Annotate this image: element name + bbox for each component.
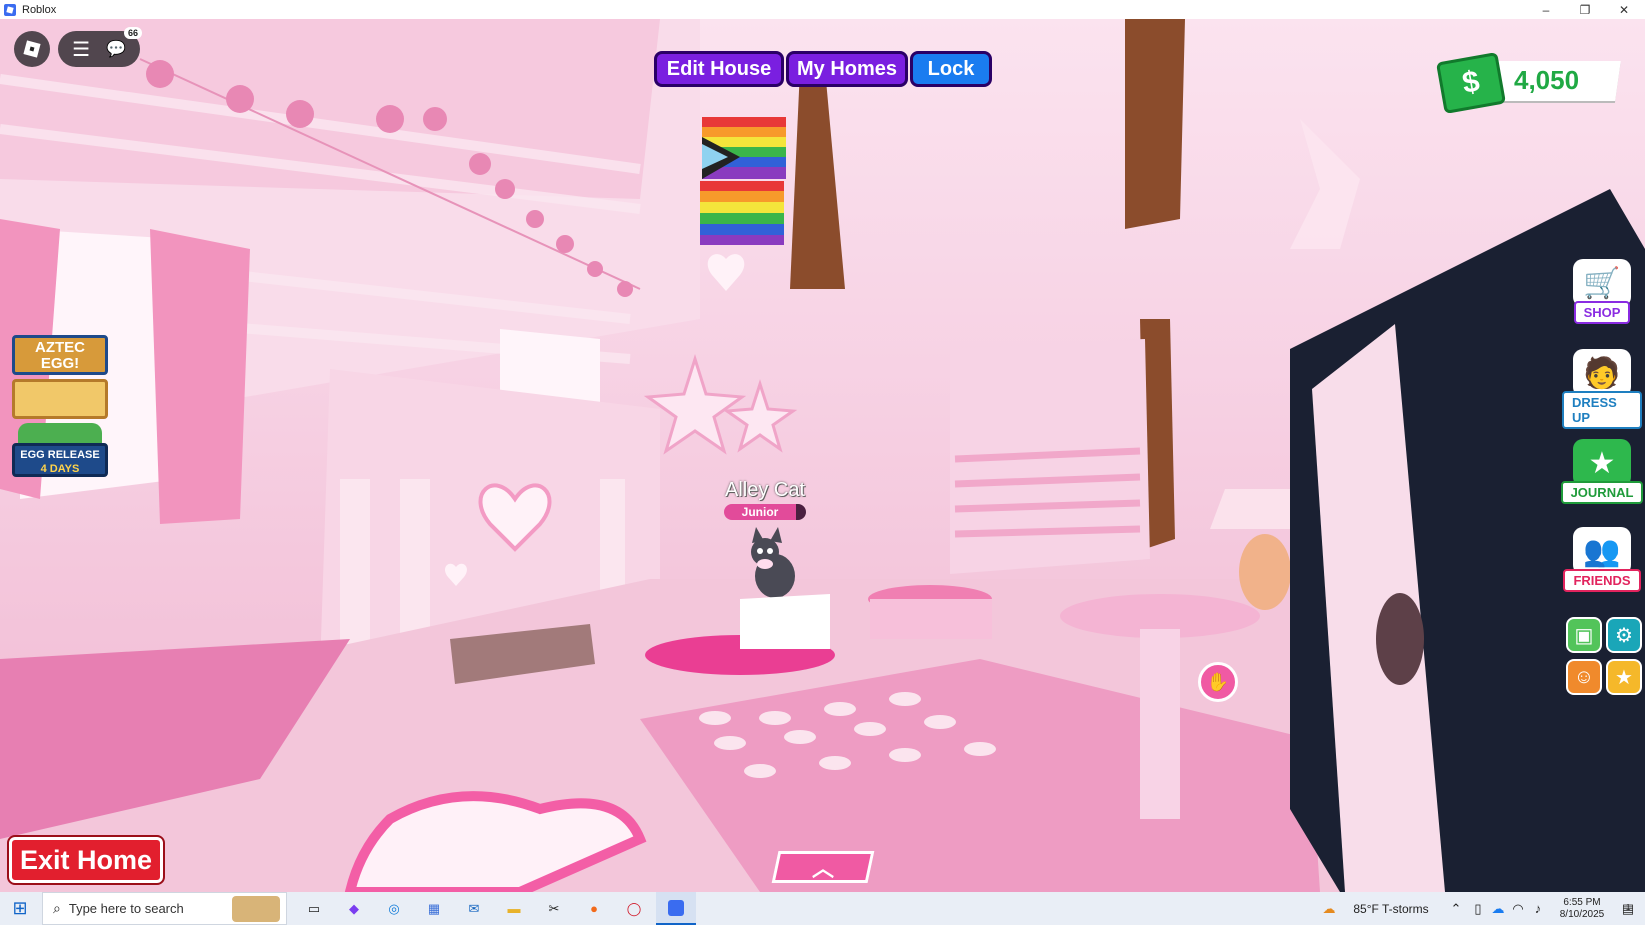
friends-button[interactable]: 👥 FRIENDS <box>1562 527 1642 592</box>
roblox-menu-button[interactable] <box>14 31 50 67</box>
clock-time: 6:55 PM <box>1563 896 1601 908</box>
clock[interactable]: 6:55 PM 8/10/2025 <box>1550 892 1614 925</box>
lion-search-highlight-icon <box>232 895 280 922</box>
journal-button[interactable]: ★ JOURNAL <box>1560 439 1644 504</box>
device-icon: ▯ <box>1474 900 1482 916</box>
dollar-bill-icon: $ <box>1435 52 1507 114</box>
weather-text[interactable]: 85°F T-storms <box>1346 892 1436 925</box>
money-display: $ 4,050 <box>1435 52 1621 114</box>
firefox-icon[interactable]: ● <box>576 892 612 925</box>
windows-start-icon[interactable]: ⊞ <box>0 892 40 925</box>
journal-icon: ★ <box>1573 439 1631 487</box>
file-explorer-icon[interactable]: ▬ <box>496 892 532 925</box>
aztec-art-plank <box>12 379 108 419</box>
search-placeholder: Type here to search <box>68 901 184 916</box>
close-button[interactable]: ✕ <box>1606 0 1642 19</box>
roblox-logo-icon <box>23 40 41 58</box>
aztec-title-line2: EGG! <box>40 355 80 372</box>
grass-decor <box>18 423 102 443</box>
friends-icon: 👥 <box>1573 527 1631 575</box>
shop-label: SHOP <box>1573 301 1631 324</box>
menu-chat-group: ☰ 💬 66 <box>58 27 142 67</box>
taskbar-search[interactable]: ⌕ Type here to search <box>42 892 287 925</box>
star-icon[interactable]: ★ <box>1606 659 1642 695</box>
game-viewport[interactable]: ☰ 💬 66 Edit House My Homes Lock $ 4,050 … <box>0 19 1645 892</box>
chevron-up-icon: ︿ <box>811 856 834 881</box>
search-icon: ⌕ <box>53 900 61 916</box>
task-view-icon[interactable]: ▭ <box>296 892 332 925</box>
copilot-icon[interactable]: ◆ <box>336 892 372 925</box>
edit-house-button[interactable]: Edit House <box>654 51 784 87</box>
aztec-title-line1: AZTEC <box>35 339 85 356</box>
outlook-icon[interactable]: ✉ <box>456 892 492 925</box>
avatar-icon[interactable]: ☺ <box>1566 659 1602 695</box>
notification-count: 1 <box>1625 902 1631 912</box>
clock-date: 8/10/2025 <box>1559 908 1605 920</box>
store-icon[interactable]: ▦ <box>416 892 452 925</box>
egg-release-days: 4 DAYS <box>40 463 80 475</box>
window-title: Roblox <box>22 3 57 16</box>
roblox-app-icon <box>4 3 16 16</box>
player-rank-badge: Junior <box>723 504 807 520</box>
chat-icon[interactable]: 💬 <box>106 39 126 59</box>
opera-icon[interactable]: ◯ <box>616 892 652 925</box>
onedrive-icon: ☁ <box>1491 900 1505 916</box>
room-scene <box>0 19 1645 892</box>
aztec-title-plank: AZTEC EGG! <box>12 335 108 375</box>
dress-up-button[interactable]: 🧑 DRESS UP <box>1562 349 1642 429</box>
restore-button[interactable]: ❐ <box>1567 0 1603 19</box>
player-name: Alley Cat <box>724 479 806 501</box>
my-homes-button[interactable]: My Homes <box>786 51 908 87</box>
friends-label: FRIENDS <box>1563 569 1641 592</box>
shopping-cart-icon: 🛒 <box>1573 259 1631 307</box>
notification-icon[interactable]: ▤ 1 <box>1614 892 1642 925</box>
dress-up-icon: 🧑 <box>1573 349 1631 397</box>
exit-home-button[interactable]: Exit Home <box>7 835 165 885</box>
roblox-taskbar-icon[interactable] <box>656 892 696 925</box>
edge-icon[interactable]: ◎ <box>376 892 412 925</box>
dress-up-label: DRESS UP <box>1562 391 1642 429</box>
money-amount: 4,050 <box>1514 65 1580 95</box>
minimize-button[interactable]: – <box>1528 0 1564 19</box>
chat-badge: 66 <box>123 27 142 39</box>
backpack-icon[interactable]: ▣ <box>1566 617 1602 653</box>
lock-button[interactable]: Lock <box>910 51 992 87</box>
expand-arrow-button[interactable]: ︿ <box>771 851 875 883</box>
weather-icon: ☁ <box>1322 900 1336 916</box>
window-titlebar: Roblox – ❐ ✕ <box>0 0 1645 19</box>
volume-icon[interactable]: ♪ <box>1528 892 1548 925</box>
player-nametag: Alley Cat Junior <box>700 479 830 521</box>
journal-label: JOURNAL <box>1560 481 1644 504</box>
egg-release-label: EGG RELEASE <box>20 449 100 461</box>
gear-icon[interactable]: ⚙ <box>1606 617 1642 653</box>
egg-release-plank: EGG RELEASE 4 DAYS <box>12 443 108 477</box>
shop-button[interactable]: 🛒 SHOP <box>1562 259 1642 324</box>
chevron-up-tray-icon[interactable]: ⌃ <box>1446 892 1466 925</box>
capcut-icon[interactable]: ✂ <box>536 892 572 925</box>
interact-hand-icon[interactable]: ✋ <box>1198 662 1238 702</box>
wifi-icon[interactable]: ◠ <box>1508 892 1528 925</box>
aztec-egg-sign[interactable]: AZTEC EGG! EGG RELEASE 4 DAYS <box>10 335 110 497</box>
hamburger-icon[interactable]: ☰ <box>72 37 90 62</box>
windows-taskbar: ⊞ ⌕ Type here to search ▭ ◆ ◎ ▦ ✉ ▬ ✂ ● … <box>0 892 1645 925</box>
